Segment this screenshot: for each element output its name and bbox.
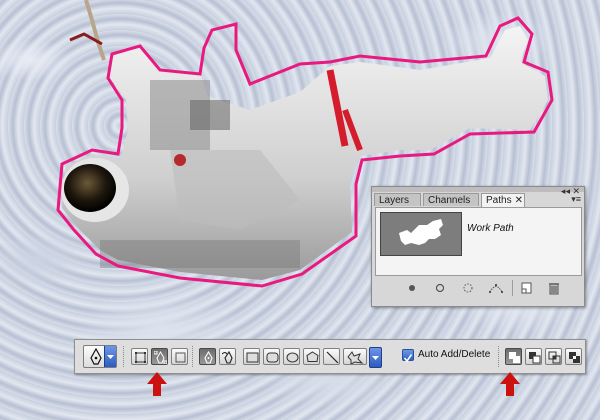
intersect-button[interactable] [545,348,562,365]
new-path-icon[interactable] [517,280,535,296]
highlight-arrow-add-to-area [500,372,520,396]
fill-path-icon[interactable] [403,280,421,296]
path-thumbnail [380,212,462,256]
chevron-down-icon[interactable] [369,347,382,368]
tab-layers-label: Layers [379,195,410,206]
rectangle-icon [246,352,259,363]
freeform-pen-button[interactable] [219,348,236,365]
panel-divider [512,280,513,296]
toolbar-grip[interactable] [123,346,127,367]
shape-layers-icon [135,352,146,363]
ellipse-button[interactable] [283,348,300,365]
panel-bottom-bar [375,278,580,300]
rounded-rectangle-button[interactable] [263,348,280,365]
toolbar-divider [192,346,196,367]
highlight-arrow-paths-mode [147,372,167,396]
custom-shape-button[interactable] [343,348,367,365]
path-name: Work Path [467,223,514,234]
toolbar-divider [498,346,502,367]
exclude-overlap-button[interactable] [565,348,582,365]
paths-list: Work Path [375,207,582,276]
auto-add-delete-checkbox[interactable] [402,349,414,363]
line-icon [326,351,339,364]
tab-layers[interactable]: Layers [374,193,421,206]
make-work-path-icon[interactable] [487,280,505,296]
subtract-button[interactable] [525,348,542,365]
stroke-path-icon[interactable] [431,280,449,296]
intersect-icon [548,351,561,364]
ellipse-icon [286,352,299,363]
load-selection-icon[interactable] [459,280,477,296]
helmet-visor [64,164,116,212]
tab-paths[interactable]: Paths ✕ [481,193,525,207]
tab-paths-label: Paths [486,195,512,206]
freeform-pen-icon [222,351,233,364]
fill-pixels-button[interactable] [171,348,188,365]
pen-tool-icon [204,351,213,364]
paths-panel: ◂◂ ✕ Layers Channels Paths ✕ ▾≡ Work Path [371,186,585,307]
chevron-down-icon[interactable] [104,346,116,367]
add-to-area-button[interactable] [505,348,522,365]
path-row-work-path[interactable]: Work Path [376,208,581,257]
rounded-rectangle-icon [266,352,279,363]
path-thumbnail-shape [399,219,443,245]
line-button[interactable] [323,348,340,365]
add-to-area-icon [509,352,520,363]
trash-icon[interactable] [545,280,563,296]
shape-layers-button[interactable] [131,348,148,365]
tab-channels-label: Channels [428,195,471,206]
paths-mode-button[interactable] [151,348,168,365]
paths-icon [154,351,167,364]
polygon-icon [306,351,319,362]
panel-menu-icon[interactable]: ▾≡ [571,195,581,204]
tool-preset-picker[interactable] [83,345,117,368]
pen-options-bar: Auto Add/Delete [74,339,586,374]
polygon-button[interactable] [303,348,320,365]
exclude-overlap-icon [569,352,580,363]
tab-channels[interactable]: Channels [423,193,479,206]
fill-pixels-icon [175,352,186,363]
tether-strap [84,0,106,61]
pen-tool-button[interactable] [199,348,216,365]
canvas-photo: ◂◂ ✕ Layers Channels Paths ✕ ▾≡ Work Path [0,0,600,420]
subtract-icon [529,352,541,364]
rectangle-button[interactable] [243,348,260,365]
check-icon [403,354,413,363]
close-icon[interactable]: ✕ [515,195,523,206]
auto-add-delete-label: Auto Add/Delete [418,349,491,360]
panel-title-bar[interactable] [372,187,584,192]
custom-shape-icon [347,351,364,364]
